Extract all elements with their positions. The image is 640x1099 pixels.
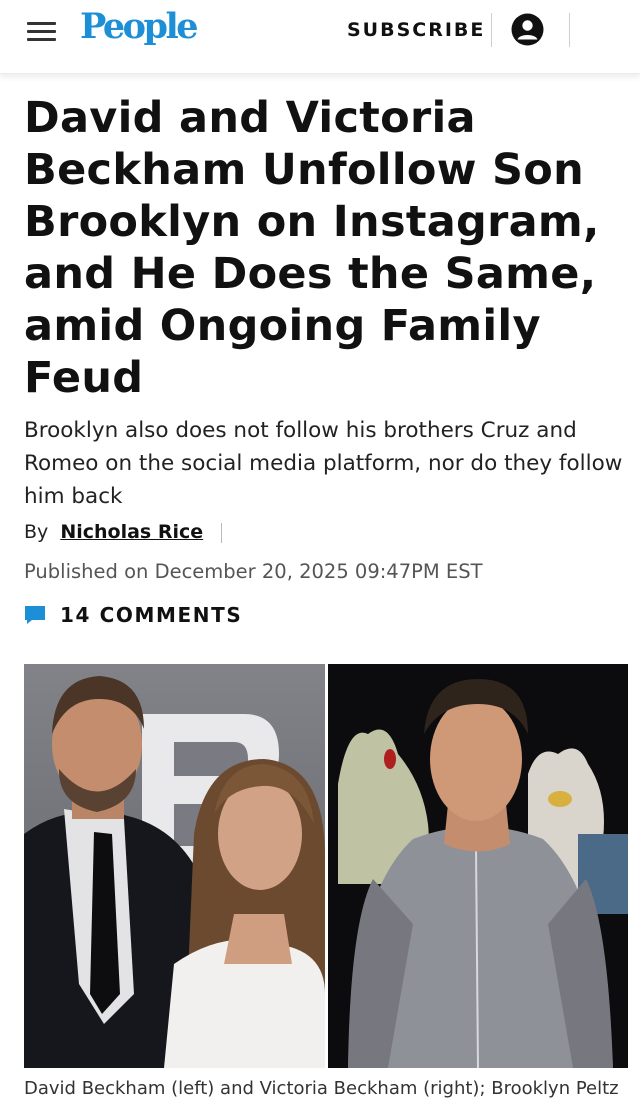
header-divider bbox=[569, 13, 570, 47]
photo-caption: David Beckham (left) and Victoria Beckha… bbox=[24, 1078, 619, 1099]
comments-link[interactable]: 14 COMMENTS bbox=[24, 600, 242, 630]
site-logo[interactable]: People bbox=[80, 6, 199, 47]
user-account-icon[interactable] bbox=[511, 13, 544, 46]
article-photo-right bbox=[328, 664, 628, 1068]
article-photo-left bbox=[24, 664, 325, 1068]
header-divider bbox=[491, 13, 492, 47]
comments-count: 14 COMMENTS bbox=[60, 603, 243, 627]
byline: By Nicholas Rice bbox=[24, 521, 223, 543]
site-header: People SUBSCRIBE bbox=[0, 0, 640, 74]
byline-divider bbox=[221, 522, 223, 543]
author-link[interactable]: Nicholas Rice bbox=[60, 521, 203, 543]
article-dek: Brooklyn also does not follow his brothe… bbox=[24, 418, 623, 509]
hamburger-menu-icon[interactable] bbox=[27, 20, 56, 42]
comment-bubble-icon bbox=[25, 606, 45, 624]
subscribe-button[interactable]: SUBSCRIBE bbox=[347, 19, 485, 41]
article-headline: David and Victoria Beckham Unfollow Son … bbox=[24, 93, 600, 403]
published-date: Published on December 20, 2025 09:47PM E… bbox=[24, 560, 483, 583]
byline-prefix: By bbox=[24, 521, 49, 543]
